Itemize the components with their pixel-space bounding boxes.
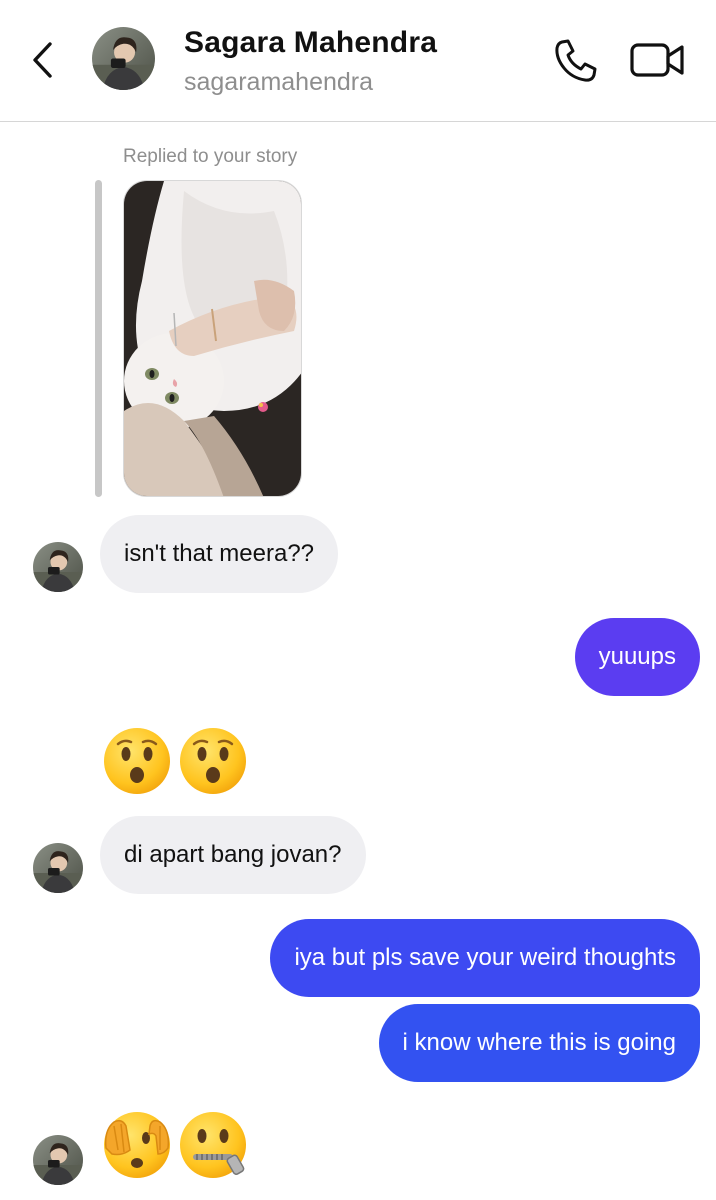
message-bubble-outgoing[interactable]: yuuups <box>574 618 700 696</box>
video-call-button[interactable] <box>628 38 688 84</box>
hushed-face-emoji <box>180 728 246 794</box>
reply-quote-bar <box>95 180 102 497</box>
story-thumbnail[interactable] <box>123 180 302 497</box>
chevron-left-icon <box>33 42 52 78</box>
back-button[interactable] <box>22 36 62 84</box>
message-bubble-outgoing[interactable]: i know where this is going <box>378 1004 700 1082</box>
message-bubble-incoming[interactable]: isn't that meera?? <box>100 515 339 593</box>
phone-icon <box>555 39 597 82</box>
message-text: i know where this is going <box>402 1029 676 1056</box>
emoji-message[interactable] <box>102 726 248 796</box>
message-bubble-incoming[interactable]: di apart bang jovan? <box>100 816 366 894</box>
sender-avatar[interactable] <box>33 843 83 893</box>
zipper-mouth-face-emoji <box>180 1112 246 1178</box>
sender-avatar[interactable] <box>33 542 83 592</box>
message-text: isn't that meera?? <box>124 540 315 567</box>
audio-call-button[interactable] <box>552 38 602 84</box>
message-text: iya but pls save your weird thoughts <box>294 944 676 971</box>
video-camera-icon <box>630 43 684 77</box>
header-avatar[interactable] <box>92 27 155 90</box>
chat-header: Sagara Mahendra sagaramahendra <box>0 0 716 122</box>
message-bubble-outgoing[interactable]: iya but pls save your weird thoughts <box>270 919 700 997</box>
sender-avatar[interactable] <box>33 1135 83 1185</box>
story-image <box>124 181 301 496</box>
message-text: yuuups <box>598 643 676 670</box>
story-reply-caption: Replied to your story <box>123 146 298 167</box>
hushed-face-emoji <box>104 728 170 794</box>
contact-handle: sagaramahendra <box>184 68 374 96</box>
contact-name[interactable]: Sagara Mahendra <box>184 26 437 60</box>
face-with-peeking-eye-emoji <box>104 1112 170 1178</box>
message-text: di apart bang jovan? <box>124 841 342 868</box>
emoji-message[interactable] <box>102 1110 248 1180</box>
